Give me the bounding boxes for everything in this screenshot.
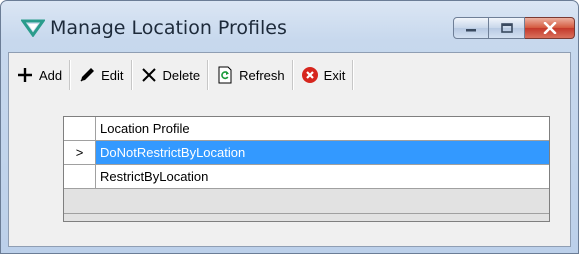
edit-label: Edit bbox=[101, 67, 124, 83]
maximize-icon bbox=[500, 23, 513, 33]
client-area: Add Edit Delete Refresh Exit Location Pr… bbox=[8, 52, 571, 247]
refresh-icon bbox=[216, 66, 234, 84]
refresh-button[interactable]: Refresh bbox=[209, 60, 292, 90]
delete-label: Delete bbox=[162, 67, 201, 83]
caption-buttons bbox=[453, 17, 575, 39]
edit-button[interactable]: Edit bbox=[71, 60, 130, 90]
table-cell-location-profile[interactable]: DoNotRestrictByLocation bbox=[96, 141, 549, 165]
add-button[interactable]: Add bbox=[9, 60, 69, 90]
grid-header-row: Location Profile bbox=[64, 117, 549, 141]
plus-icon bbox=[16, 66, 34, 84]
app-logo-icon bbox=[21, 19, 45, 37]
location-profiles-grid[interactable]: Location Profile > DoNotRestrictByLocati… bbox=[63, 116, 550, 222]
toolbar-separator bbox=[352, 60, 355, 90]
table-cell-location-profile[interactable]: RestrictByLocation bbox=[96, 165, 549, 189]
table-row[interactable]: > DoNotRestrictByLocation bbox=[64, 141, 549, 165]
window-title: Manage Location Profiles bbox=[50, 17, 287, 39]
exit-label: Exit bbox=[323, 67, 346, 83]
app-window: Manage Location Profiles Add Edit Delete… bbox=[0, 0, 579, 254]
close-button[interactable] bbox=[525, 17, 575, 39]
close-icon bbox=[543, 22, 556, 34]
exit-icon bbox=[301, 66, 319, 84]
current-row-marker[interactable]: > bbox=[64, 141, 96, 165]
grid-empty-area-divider bbox=[64, 213, 549, 214]
row-header-corner bbox=[64, 117, 96, 141]
delete-button[interactable]: Delete bbox=[133, 60, 208, 90]
toolbar: Add Edit Delete Refresh Exit bbox=[9, 53, 570, 97]
add-label: Add bbox=[39, 67, 63, 83]
minimize-button[interactable] bbox=[453, 17, 489, 39]
row-header[interactable] bbox=[64, 165, 96, 189]
minimize-icon bbox=[466, 29, 476, 32]
table-row[interactable]: RestrictByLocation bbox=[64, 165, 549, 189]
column-header-location-profile[interactable]: Location Profile bbox=[96, 117, 549, 141]
refresh-label: Refresh bbox=[239, 67, 285, 83]
exit-button[interactable]: Exit bbox=[294, 60, 353, 90]
pencil-icon bbox=[78, 66, 96, 84]
maximize-button[interactable] bbox=[489, 17, 525, 39]
delete-x-icon bbox=[140, 66, 158, 84]
